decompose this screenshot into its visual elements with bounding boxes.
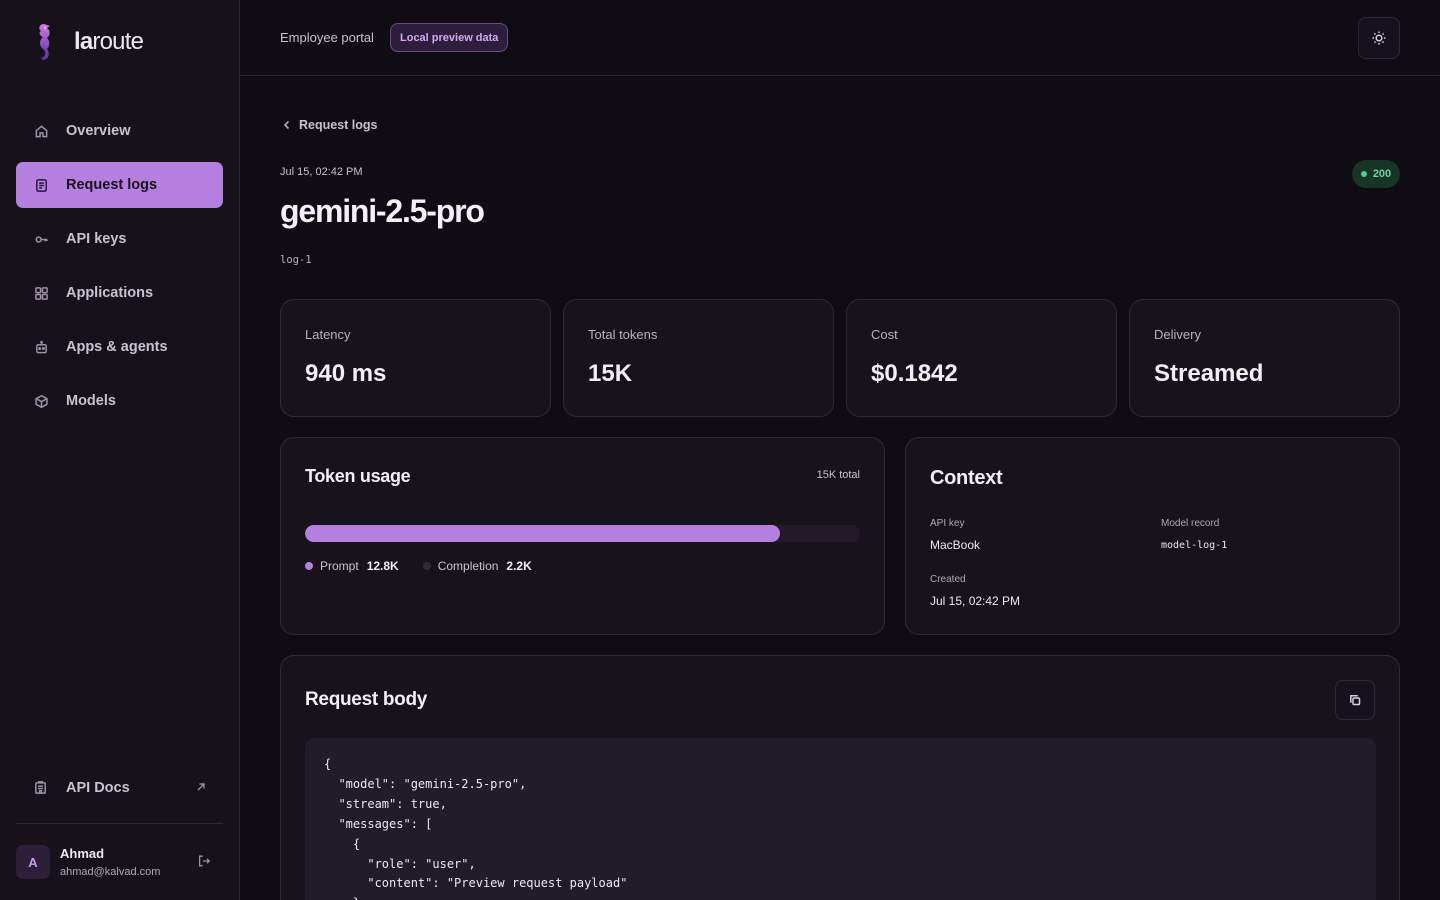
- request-body-card: Request body { "model": "gemini-2.5-pro"…: [280, 655, 1400, 900]
- stat-label: Cost: [871, 327, 898, 342]
- copy-button[interactable]: [1335, 680, 1375, 720]
- stat-value: 940 ms: [305, 360, 387, 387]
- sidebar-item-applications[interactable]: Applications: [16, 270, 223, 316]
- completion-label: Completion: [437, 559, 499, 573]
- theme-toggle-button[interactable]: [1358, 17, 1400, 59]
- delivery-card: Delivery Streamed: [1129, 299, 1400, 417]
- preview-data-badge: Local preview data: [390, 23, 509, 52]
- request-body-title: Request body: [305, 689, 428, 710]
- seahorse-logo-icon: [39, 24, 50, 60]
- sidebar-item-request-logs[interactable]: Request logs: [16, 162, 223, 208]
- token-usage-total: 15K total: [816, 469, 860, 481]
- prompt-label: Prompt: [320, 559, 359, 573]
- api-key-value: MacBook: [930, 538, 981, 552]
- sidebar-nav: Overview Request logs API keys Applicati…: [16, 108, 223, 432]
- sidebar-divider: [16, 823, 223, 824]
- sidebar-item-apps-agents[interactable]: Apps & agents: [16, 324, 223, 370]
- sidebar-item-label: Overview: [66, 123, 131, 139]
- stat-label: Total tokens: [588, 327, 658, 342]
- breadcrumb-label: Request logs: [299, 118, 378, 132]
- page-title: gemini-2.5-pro: [280, 193, 485, 229]
- token-usage-legend: Prompt 12.8K Completion 2.2K: [305, 559, 556, 573]
- stat-value: Streamed: [1154, 360, 1264, 387]
- api-docs-label: API Docs: [66, 780, 130, 796]
- sidebar-item-label: Apps & agents: [66, 339, 168, 355]
- document-icon: [33, 177, 49, 193]
- robot-icon: [33, 339, 49, 355]
- portal-label: Employee portal: [280, 30, 374, 45]
- latency-card: Latency 940 ms: [280, 299, 551, 417]
- copy-icon: [1350, 695, 1361, 706]
- sidebar-item-api-docs[interactable]: API Docs: [16, 765, 223, 811]
- completion-swatch-icon: [422, 562, 431, 570]
- logo[interactable]: laroute: [32, 22, 144, 62]
- prompt-swatch-icon: [305, 562, 313, 570]
- sidebar-item-overview[interactable]: Overview: [16, 108, 223, 154]
- status-code: 200: [1372, 168, 1392, 180]
- stat-label: Delivery: [1154, 327, 1201, 342]
- chevron-left-icon: [283, 120, 290, 130]
- topbar: Employee portal Local preview data: [240, 0, 1440, 76]
- avatar[interactable]: A: [16, 845, 50, 879]
- model-record-value: model-log-1: [1161, 540, 1228, 551]
- building-icon: [33, 780, 49, 796]
- brand-name: laroute: [74, 28, 144, 55]
- external-link-icon: [195, 781, 207, 793]
- sun-icon: [1372, 31, 1386, 45]
- key-icon: [33, 231, 49, 247]
- total-tokens-card: Total tokens 15K: [563, 299, 834, 417]
- status-dot-icon: [1360, 171, 1367, 177]
- grid-icon: [33, 285, 49, 301]
- sidebar: laroute Overview Request logs API keys A…: [0, 0, 240, 900]
- token-usage-title: Token usage: [305, 466, 411, 486]
- sidebar-item-label: Applications: [66, 285, 154, 301]
- sidebar-item-label: API keys: [66, 231, 127, 247]
- home-icon: [33, 123, 49, 139]
- user-email: ahmad@kalvad.com: [60, 866, 161, 878]
- user-info: Ahmad ahmad@kalvad.com: [60, 846, 160, 878]
- completion-value: 2.2K: [506, 559, 532, 573]
- stat-value: 15K: [588, 360, 633, 387]
- breadcrumb-back-link[interactable]: Request logs: [282, 118, 378, 132]
- stat-label: Latency: [305, 327, 351, 342]
- prompt-value: 12.8K: [366, 559, 399, 573]
- prompt-token-fill: [305, 525, 780, 542]
- context-title: Context: [930, 467, 1003, 489]
- api-key-label: API key: [930, 518, 965, 529]
- logout-icon[interactable]: [197, 854, 213, 870]
- user-profile: A Ahmad ahmad@kalvad.com: [16, 842, 223, 882]
- cost-card: Cost $0.1842: [846, 299, 1117, 417]
- sidebar-item-models[interactable]: Models: [16, 378, 223, 424]
- sidebar-item-label: Models: [66, 393, 116, 409]
- token-usage-bar: [305, 525, 860, 542]
- box-icon: [33, 393, 49, 409]
- log-timestamp: Jul 15, 02:42 PM: [280, 166, 363, 178]
- sidebar-item-label: Request logs: [66, 177, 158, 193]
- user-name: Ahmad: [60, 846, 105, 861]
- status-badge: 200: [1352, 160, 1400, 188]
- created-value: Jul 15, 02:42 PM: [930, 594, 1021, 608]
- model-record-label: Model record: [1161, 518, 1220, 529]
- created-label: Created: [930, 574, 966, 585]
- request-body-code[interactable]: { "model": "gemini-2.5-pro", "stream": t…: [305, 738, 1376, 900]
- token-usage-card: Token usage 15K total Prompt 12.8K Compl…: [280, 437, 885, 635]
- context-card: Context API key MacBook Model record mod…: [905, 437, 1400, 635]
- log-id: log-1: [280, 254, 312, 266]
- sidebar-item-api-keys[interactable]: API keys: [16, 216, 223, 262]
- stat-value: $0.1842: [871, 360, 958, 387]
